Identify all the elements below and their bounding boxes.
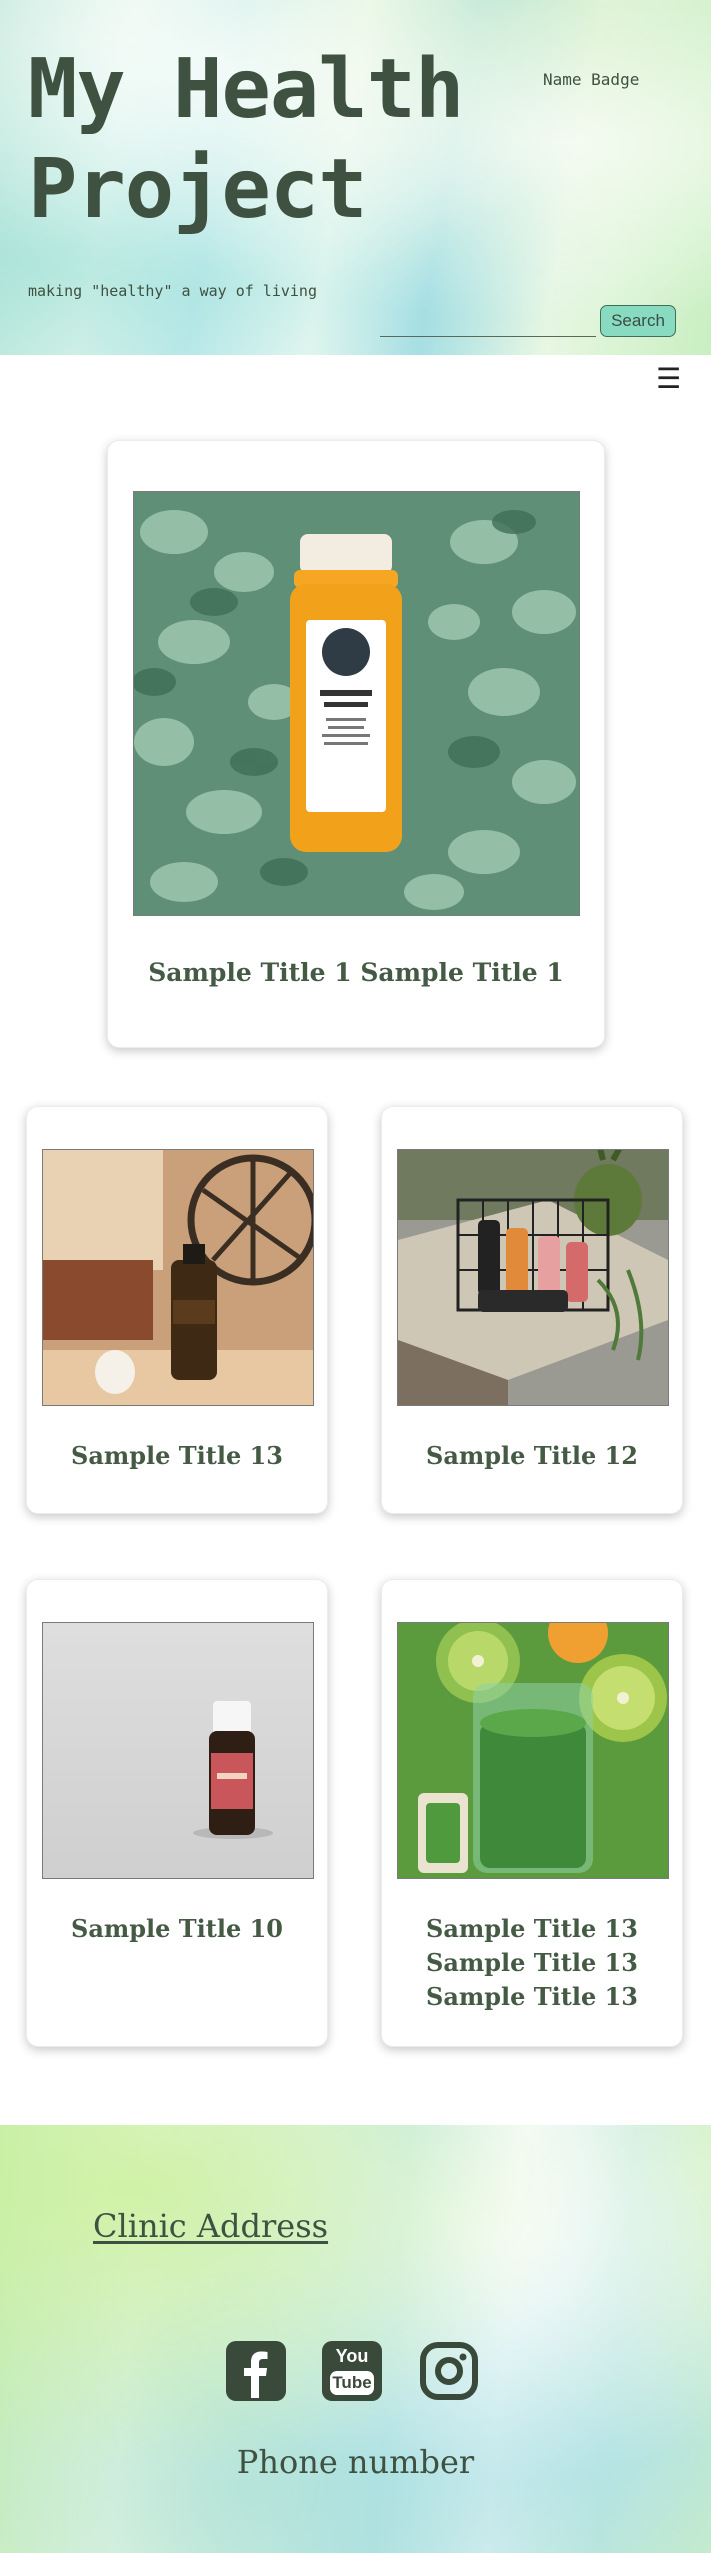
card-5[interactable]: Sample Title 13 Sample Title 13 Sample T… — [381, 1579, 683, 2047]
facebook-icon[interactable] — [225, 2340, 287, 2402]
wire-basket-image — [398, 1150, 668, 1405]
card-image-green-smoothie — [397, 1622, 669, 1879]
card-title: Sample Title 13 Sample Title 13 Sample T… — [425, 1914, 638, 2011]
card-1[interactable]: Sample Title 1 Sample Title 1 — [107, 440, 605, 1048]
card-2[interactable]: Sample Title 13 — [26, 1106, 328, 1514]
search-input[interactable] — [380, 316, 596, 337]
essential-oil-image — [43, 1623, 313, 1878]
youtube-icon-text-bottom: Tube — [332, 2373, 372, 2392]
youtube-icon[interactable]: You Tube — [321, 2340, 383, 2402]
card-title: Sample Title 10 — [70, 1914, 283, 1943]
name-badge[interactable]: Name Badge — [543, 70, 639, 89]
card-image-essential-oil — [42, 1622, 314, 1879]
site-title: My Health Project — [28, 42, 464, 237]
site-header: My Health Project Name Badge making "hea… — [0, 0, 711, 355]
instagram-icon[interactable] — [418, 2340, 480, 2402]
phone-number: Phone number — [236, 2443, 475, 2481]
site-footer: Clinic Address You Tube Phone number — [0, 2125, 711, 2553]
card-title: Sample Title 13 — [70, 1441, 283, 1470]
youtube-icon-text-top: You — [335, 2346, 369, 2366]
card-image-wire-basket — [397, 1149, 669, 1406]
card-image-amber-bottle — [42, 1149, 314, 1406]
search-button[interactable]: Search — [600, 305, 676, 337]
card-image-juice-bottle — [133, 491, 580, 916]
tagline: making "healthy" a way of living — [28, 282, 317, 300]
green-smoothie-image — [398, 1623, 668, 1878]
card-title: Sample Title 12 — [425, 1441, 638, 1470]
clinic-address-link[interactable]: Clinic Address — [93, 2207, 328, 2245]
juice-bottle-image — [134, 492, 579, 915]
card-4[interactable]: Sample Title 10 — [26, 1579, 328, 2047]
amber-bottle-image — [43, 1150, 313, 1405]
card-title: Sample Title 1 Sample Title 1 — [148, 958, 564, 987]
hamburger-menu-icon[interactable]: ☰ — [656, 363, 681, 395]
card-3[interactable]: Sample Title 12 — [381, 1106, 683, 1514]
